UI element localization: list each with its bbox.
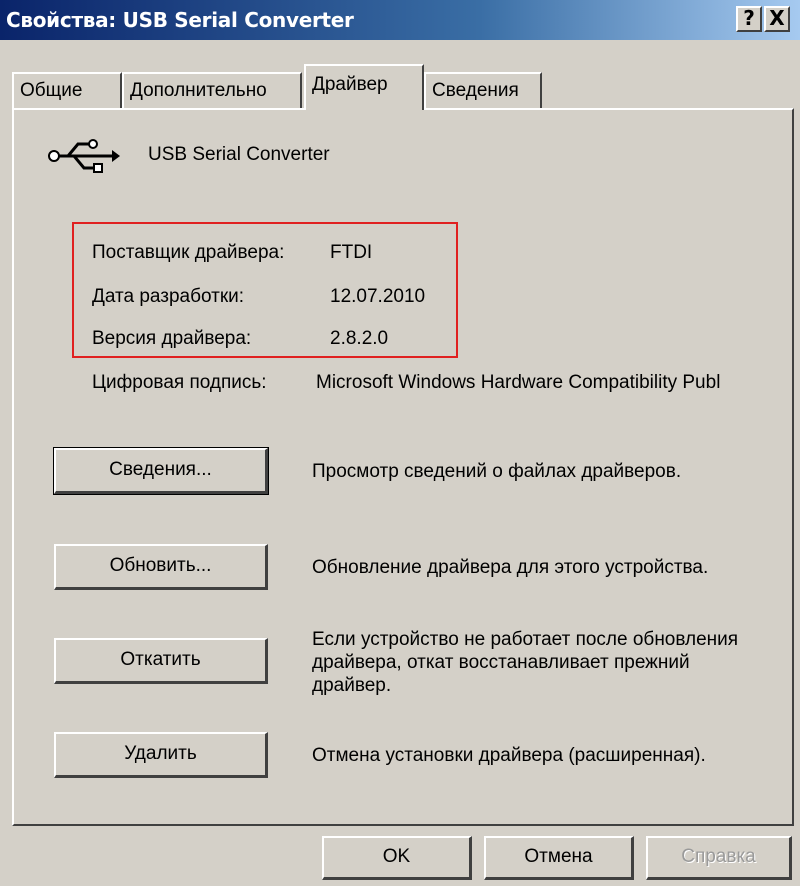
ok-button[interactable]: OK: [322, 836, 472, 880]
cancel-button[interactable]: Отмена: [484, 836, 634, 880]
update-button[interactable]: Обновить...: [54, 544, 268, 590]
tab-general-label: Общие: [20, 80, 83, 101]
uninstall-description: Отмена установки драйвера (расширенная).: [312, 745, 706, 766]
tab-driver[interactable]: Драйвер: [304, 64, 424, 110]
uninstall-button-label: Удалить: [124, 743, 197, 764]
tab-driver-label: Драйвер: [312, 74, 388, 95]
help-button[interactable]: Справка: [646, 836, 792, 880]
tab-general[interactable]: Общие: [12, 72, 122, 108]
tab-details-label: Сведения: [432, 80, 519, 101]
ok-button-label: OK: [382, 846, 411, 867]
rollback-button-label: Откатить: [120, 649, 201, 670]
help-button-label: Справка: [681, 846, 756, 867]
tab-details[interactable]: Сведения: [424, 72, 542, 108]
details-description: Просмотр сведений о файлах драйверов.: [312, 461, 682, 482]
details-button-label: Сведения...: [109, 459, 212, 480]
rollback-description: Если устройство не работает после обновл…: [312, 629, 739, 696]
usb-icon: [48, 139, 120, 173]
window-title: Свойства: USB Serial Converter: [6, 8, 354, 32]
cancel-button-label: Отмена: [524, 846, 593, 867]
signature-label: Цифровая подпись:: [92, 372, 267, 393]
provider-value: FTDI: [330, 242, 373, 263]
details-button[interactable]: Сведения...: [53, 447, 269, 495]
signature-value: Microsoft Windows Hardware Compatibility…: [316, 372, 721, 393]
version-value: 2.8.2.0: [330, 328, 389, 349]
rollback-button[interactable]: Откатить: [54, 638, 268, 684]
tab-advanced-label: Дополнительно: [130, 80, 267, 101]
version-label: Версия драйвера:: [92, 328, 252, 349]
close-title-button[interactable]: X: [764, 6, 790, 32]
tab-advanced[interactable]: Дополнительно: [122, 72, 302, 108]
device-name: USB Serial Converter: [148, 144, 330, 165]
uninstall-button[interactable]: Удалить: [54, 732, 268, 778]
provider-label: Поставщик драйвера:: [92, 242, 285, 263]
date-label: Дата разработки:: [92, 286, 245, 307]
close-icon: X: [769, 6, 785, 30]
help-title-button[interactable]: ?: [736, 6, 762, 32]
title-bar[interactable]: Свойства: USB Serial Converter ? X: [0, 0, 800, 40]
update-button-label: Обновить...: [109, 555, 212, 576]
update-description: Обновление драйвера для этого устройства…: [312, 557, 709, 578]
date-value: 12.07.2010: [330, 286, 426, 307]
help-icon: ?: [743, 6, 755, 30]
